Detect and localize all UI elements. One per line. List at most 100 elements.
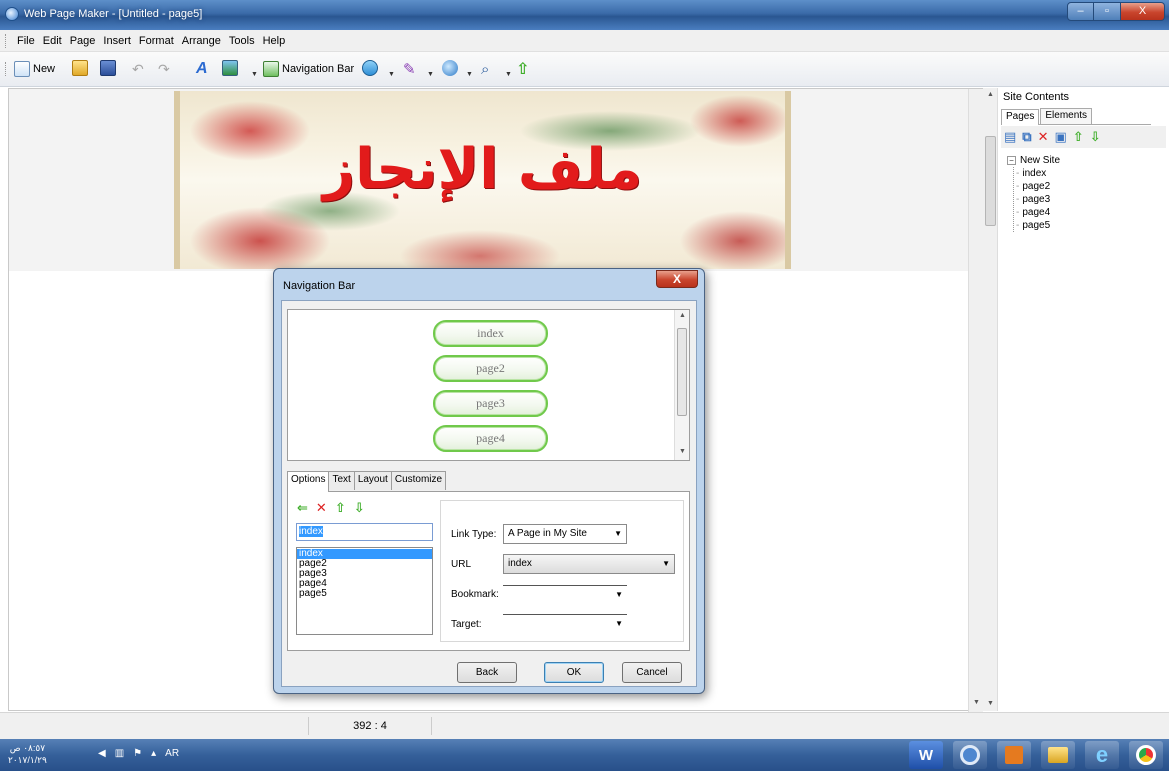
chevron-down-icon: ▼: [614, 529, 622, 538]
media-app-icon[interactable]: [997, 741, 1031, 769]
add-page-icon[interactable]: ▤: [1004, 129, 1016, 145]
image-dropdown-icon[interactable]: ▼: [251, 65, 258, 83]
tab-elements[interactable]: Elements: [1040, 108, 1093, 124]
tab-layout[interactable]: Layout: [353, 471, 392, 490]
preview-nav-button[interactable]: page4: [433, 425, 548, 452]
form-icon[interactable]: [362, 60, 378, 76]
internet-explorer-icon[interactable]: e: [1085, 741, 1119, 769]
publish-dropdown-icon[interactable]: ▼: [466, 65, 473, 83]
site-contents-tabs: Pages Elements: [1001, 108, 1151, 125]
cancel-button[interactable]: Cancel: [622, 662, 682, 683]
save-icon[interactable]: [100, 60, 116, 76]
tree-root[interactable]: − New Site: [1007, 154, 1060, 167]
menu-tools[interactable]: Tools: [226, 35, 258, 47]
banner-image[interactable]: ملف الإنجاز: [174, 91, 791, 269]
menu-arrange[interactable]: Arrange: [179, 35, 224, 47]
panel-scroll-thumb[interactable]: [985, 136, 996, 226]
tree-item[interactable]: page3: [1016, 193, 1060, 206]
menu-format[interactable]: Format: [136, 35, 177, 47]
text-icon[interactable]: A: [196, 60, 208, 78]
item-up-icon[interactable]: ⇧: [335, 500, 346, 516]
up-arrow-icon[interactable]: ⇧: [516, 60, 529, 78]
tab-options[interactable]: Options: [287, 471, 330, 492]
panel-scrollbar[interactable]: ▲ ▼: [983, 88, 998, 711]
back-button[interactable]: Back: [457, 662, 517, 683]
tab-text[interactable]: Text: [328, 471, 355, 490]
dialog-close-button[interactable]: X: [656, 270, 698, 288]
menu-help[interactable]: Help: [260, 35, 289, 47]
preview-nav-button[interactable]: page3: [433, 390, 548, 417]
ok-button[interactable]: OK: [544, 662, 604, 683]
url-select[interactable]: index ▼: [503, 554, 675, 574]
navigation-bar-button[interactable]: Navigation Bar: [263, 60, 354, 78]
language-indicator[interactable]: AR: [165, 748, 179, 759]
tree-item[interactable]: page4: [1016, 206, 1060, 219]
zoom-dropdown-icon[interactable]: ▼: [505, 65, 512, 83]
link-properties: Link Type: A Page in My Site ▼ URL index…: [440, 500, 684, 642]
word-app-icon[interactable]: W: [909, 741, 943, 769]
navigation-bar-icon: [263, 61, 279, 77]
bookmark-select[interactable]: ▼: [503, 585, 627, 605]
tray-clock[interactable]: ٠٨:٥٧ ص ٢٠١٧/١/٢٩: [8, 742, 47, 766]
preview-nav-button[interactable]: index: [433, 320, 548, 347]
tree-item[interactable]: page2: [1016, 180, 1060, 193]
preview-scrollbar[interactable]: ▲ ▼: [674, 310, 689, 460]
publish-icon[interactable]: [442, 60, 458, 76]
scroll-down-icon[interactable]: ▼: [973, 699, 980, 706]
menu-insert[interactable]: Insert: [100, 35, 134, 47]
volume-icon[interactable]: ◀: [98, 748, 106, 759]
close-button[interactable]: X: [1121, 2, 1165, 21]
preview-scroll-down-icon[interactable]: ▼: [679, 448, 686, 455]
preview-nav-button[interactable]: page2: [433, 355, 548, 382]
duplicate-page-icon[interactable]: ⧉: [1022, 129, 1031, 145]
flag-icon[interactable]: ⚑: [133, 748, 142, 759]
menu-file[interactable]: File: [14, 35, 38, 47]
maximize-button[interactable]: ▫: [1094, 2, 1121, 21]
target-select[interactable]: ▼: [503, 614, 627, 634]
tree-item[interactable]: page5: [1016, 219, 1060, 232]
url-label: URL: [451, 559, 472, 570]
new-button[interactable]: New: [14, 60, 55, 78]
zoom-icon[interactable]: ⌕: [481, 60, 489, 78]
open-icon[interactable]: [72, 60, 88, 76]
page-properties-icon[interactable]: ▣: [1055, 129, 1067, 145]
item-name-input[interactable]: index: [296, 523, 433, 541]
target-label: Target:: [451, 619, 482, 630]
panel-scroll-up-icon[interactable]: ▲: [987, 91, 994, 98]
minimize-button[interactable]: –: [1067, 2, 1094, 21]
menu-edit[interactable]: Edit: [40, 35, 65, 47]
tab-customize[interactable]: Customize: [390, 471, 447, 490]
tab-pages[interactable]: Pages: [1001, 109, 1040, 125]
list-item[interactable]: page5: [297, 589, 432, 599]
chevron-down-icon: ▼: [615, 619, 623, 628]
window-titlebar[interactable]: Web Page Maker - [Untitled - page5] – ▫ …: [0, 0, 1169, 30]
add-item-icon[interactable]: ⇐: [297, 500, 308, 516]
delete-page-icon[interactable]: ✕: [1038, 129, 1049, 145]
menu-page[interactable]: Page: [67, 35, 99, 47]
canvas-scrollbar[interactable]: ▼: [968, 89, 983, 712]
redo-icon[interactable]: ↷: [158, 60, 170, 78]
banner-title: ملف الإنجاز: [322, 137, 643, 202]
page-list[interactable]: index page2 page3 page4 page5: [296, 547, 433, 635]
image-icon[interactable]: [222, 60, 238, 76]
tree-item[interactable]: index: [1016, 167, 1060, 180]
preview-scroll-up-icon[interactable]: ▲: [679, 312, 686, 319]
remove-item-icon[interactable]: ✕: [316, 500, 327, 516]
move-down-icon[interactable]: ⇩: [1090, 129, 1101, 145]
link-type-select[interactable]: A Page in My Site ▼: [503, 524, 627, 544]
draw-icon[interactable]: ✎: [403, 60, 416, 78]
form-dropdown-icon[interactable]: ▼: [388, 65, 395, 83]
panel-scroll-down-icon[interactable]: ▼: [987, 700, 994, 707]
tray-expand-icon[interactable]: ▴: [151, 748, 156, 759]
collapse-icon[interactable]: −: [1007, 156, 1016, 165]
chrome-app-icon[interactable]: [1129, 741, 1163, 769]
preview-scroll-thumb[interactable]: [677, 328, 687, 416]
move-up-icon[interactable]: ⇧: [1073, 129, 1084, 145]
item-down-icon[interactable]: ⇩: [354, 500, 365, 516]
webpagemaker-app-icon[interactable]: [953, 741, 987, 769]
dialog-titlebar[interactable]: Navigation Bar X: [274, 269, 704, 299]
undo-icon[interactable]: ↶: [132, 60, 144, 78]
folder-app-icon[interactable]: [1041, 741, 1075, 769]
draw-dropdown-icon[interactable]: ▼: [427, 65, 434, 83]
network-icon[interactable]: ▥: [115, 748, 124, 759]
